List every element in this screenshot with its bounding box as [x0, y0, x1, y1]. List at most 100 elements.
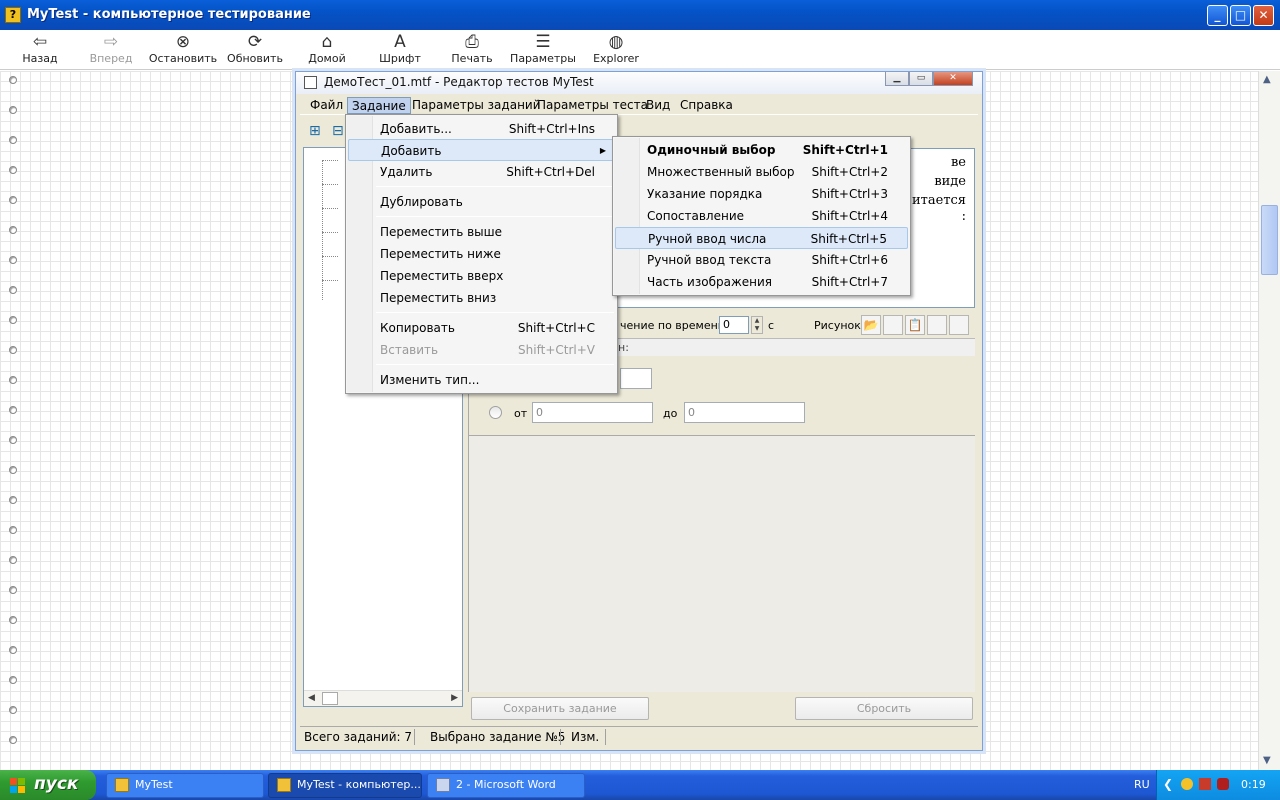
print-button[interactable]: ⎙ Печать: [434, 32, 510, 68]
add-task-icon[interactable]: ⊞: [309, 123, 327, 139]
taskbar-item-folder[interactable]: MyTest: [106, 773, 264, 798]
stop-button[interactable]: ⊗ Остановить: [145, 32, 221, 68]
binder-hole: [9, 526, 17, 534]
submenu-item-ordering[interactable]: Указание порядка Shift+Ctrl+3: [615, 183, 908, 205]
windows-logo-icon: [10, 778, 26, 793]
scroll-down-icon[interactable]: ▼: [1263, 755, 1271, 766]
tray-shield-icon[interactable]: [1217, 778, 1229, 790]
forward-button[interactable]: ⇨ Вперед: [73, 32, 149, 68]
home-icon: ⌂: [321, 32, 333, 52]
submenu-arrow-icon: ▶: [599, 146, 606, 155]
menu-item-add-dialog[interactable]: Добавить... Shift+Ctrl+Ins: [348, 118, 615, 140]
menu-test-params[interactable]: Параметры теста: [533, 97, 652, 114]
font-button[interactable]: A Шрифт: [362, 32, 438, 68]
exact-value-input[interactable]: [620, 368, 652, 389]
menu-item-change-type[interactable]: Изменить тип...: [348, 369, 615, 391]
home-button[interactable]: ⌂ Домой: [289, 32, 365, 68]
tree-item[interactable]: [322, 184, 338, 185]
taskbar-item-mytest[interactable]: MyTest - компьютер...: [268, 773, 422, 798]
from-input[interactable]: 0: [532, 402, 653, 423]
menu-task-params[interactable]: Параметры заданий: [408, 97, 545, 114]
binder-hole: [9, 106, 17, 114]
scroll-up-icon[interactable]: ▲: [1263, 74, 1271, 85]
vertical-scrollbar[interactable]: ▲ ▼: [1258, 71, 1280, 770]
app-title: MyTest - компьютерное тестирование: [27, 7, 311, 22]
menu-item-duplicate[interactable]: Дублировать: [348, 191, 615, 213]
question-text-fragment: ве: [950, 155, 966, 170]
paste-picture-button[interactable]: 📋: [905, 315, 925, 335]
time-spinner[interactable]: ▲ ▼: [751, 316, 763, 334]
menu-item-move-down[interactable]: Переместить ниже: [348, 243, 615, 265]
explorer-button[interactable]: ◍ Explorer: [578, 32, 654, 68]
open-picture-button[interactable]: 📂: [861, 315, 881, 335]
settings-button[interactable]: ☰ Параметры: [505, 32, 581, 68]
time-unit: с: [768, 319, 775, 332]
hscroll-thumb[interactable]: [322, 692, 338, 705]
tree-item[interactable]: [322, 232, 338, 233]
menu-item-move-bottom[interactable]: Переместить вниз: [348, 287, 615, 309]
scroll-thumb[interactable]: [1261, 205, 1278, 275]
clipboard-icon: 📋: [907, 318, 923, 332]
editor-minimize-button[interactable]: ▁: [885, 72, 909, 86]
binder-hole: [9, 736, 17, 744]
binder-hole: [9, 406, 17, 414]
picture-button-2[interactable]: [883, 315, 903, 335]
question-text-fragment: :: [961, 209, 966, 224]
tree-item[interactable]: [322, 280, 338, 281]
scroll-right-icon[interactable]: ▶: [451, 693, 458, 703]
menu-view[interactable]: Вид: [642, 97, 674, 114]
binder-hole: [9, 316, 17, 324]
submenu-item-number-input[interactable]: Ручной ввод числа Shift+Ctrl+5: [615, 227, 908, 249]
binder-hole: [9, 286, 17, 294]
scroll-left-icon[interactable]: ◀: [308, 693, 315, 703]
time-limit-label: чение по времени:: [620, 319, 729, 332]
close-button[interactable]: ✕: [1253, 5, 1274, 26]
reset-button[interactable]: Сбросить: [795, 697, 973, 720]
menu-item-move-top[interactable]: Переместить вверх: [348, 265, 615, 287]
taskbar-item-word[interactable]: 2 - Microsoft Word: [427, 773, 585, 798]
menu-item-copy[interactable]: Копировать Shift+Ctrl+C: [348, 317, 615, 339]
tree-item[interactable]: [322, 256, 338, 257]
word-icon: [436, 778, 450, 792]
menu-file[interactable]: Файл: [306, 97, 347, 114]
editor-icon: [304, 76, 317, 89]
submenu-item-image-part[interactable]: Часть изображения Shift+Ctrl+7: [615, 271, 908, 293]
language-indicator[interactable]: RU: [1134, 778, 1150, 791]
menu-item-paste[interactable]: Вставить Shift+Ctrl+V: [348, 339, 615, 361]
save-task-button[interactable]: Сохранить задание: [471, 697, 649, 720]
range-radio[interactable]: [489, 406, 502, 419]
menu-help[interactable]: Справка: [676, 97, 737, 114]
tray-app-icon[interactable]: [1181, 778, 1193, 790]
tree-item[interactable]: [322, 160, 338, 161]
binder-hole: [9, 496, 17, 504]
folder-icon: 📂: [863, 318, 879, 332]
submenu-item-text-input[interactable]: Ручной ввод текста Shift+Ctrl+6: [615, 249, 908, 271]
submenu-item-matching[interactable]: Сопоставление Shift+Ctrl+4: [615, 205, 908, 227]
picture-button-5[interactable]: [949, 315, 969, 335]
submenu-item-single-choice[interactable]: Одиночный выбор Shift+Ctrl+1: [615, 139, 908, 161]
picture-button-4[interactable]: [927, 315, 947, 335]
tray-expand-icon[interactable]: ❮: [1163, 777, 1173, 791]
maximize-button[interactable]: □: [1230, 5, 1251, 26]
to-input[interactable]: 0: [684, 402, 805, 423]
menu-item-delete[interactable]: Удалить Shift+Ctrl+Del: [348, 161, 615, 183]
clock[interactable]: 0:19: [1241, 778, 1266, 791]
menu-item-add[interactable]: Добавить ▶: [348, 139, 615, 161]
minimize-button[interactable]: _: [1207, 5, 1228, 26]
tree-horizontal-scrollbar[interactable]: ◀ ▶: [304, 690, 462, 706]
binder-hole: [9, 346, 17, 354]
menu-item-move-up[interactable]: Переместить выше: [348, 221, 615, 243]
refresh-button[interactable]: ⟳ Обновить: [217, 32, 293, 68]
back-button[interactable]: ⇦ Назад: [2, 32, 78, 68]
status-modified: Изм.: [571, 730, 600, 744]
editor-close-button[interactable]: ✕: [933, 72, 973, 86]
status-selected: Выбрано задание №5: [430, 730, 566, 744]
submenu-item-multiple-choice[interactable]: Множественный выбор Shift+Ctrl+2: [615, 161, 908, 183]
editor-maximize-button[interactable]: ▭: [909, 72, 933, 86]
time-limit-input[interactable]: 0: [719, 316, 749, 334]
start-button[interactable]: пуск: [0, 770, 96, 800]
tray-antivirus-icon[interactable]: [1199, 778, 1211, 790]
menu-task[interactable]: Задание: [347, 97, 411, 114]
tree-item[interactable]: [322, 208, 338, 209]
question-text-fragment: итается: [912, 193, 966, 208]
